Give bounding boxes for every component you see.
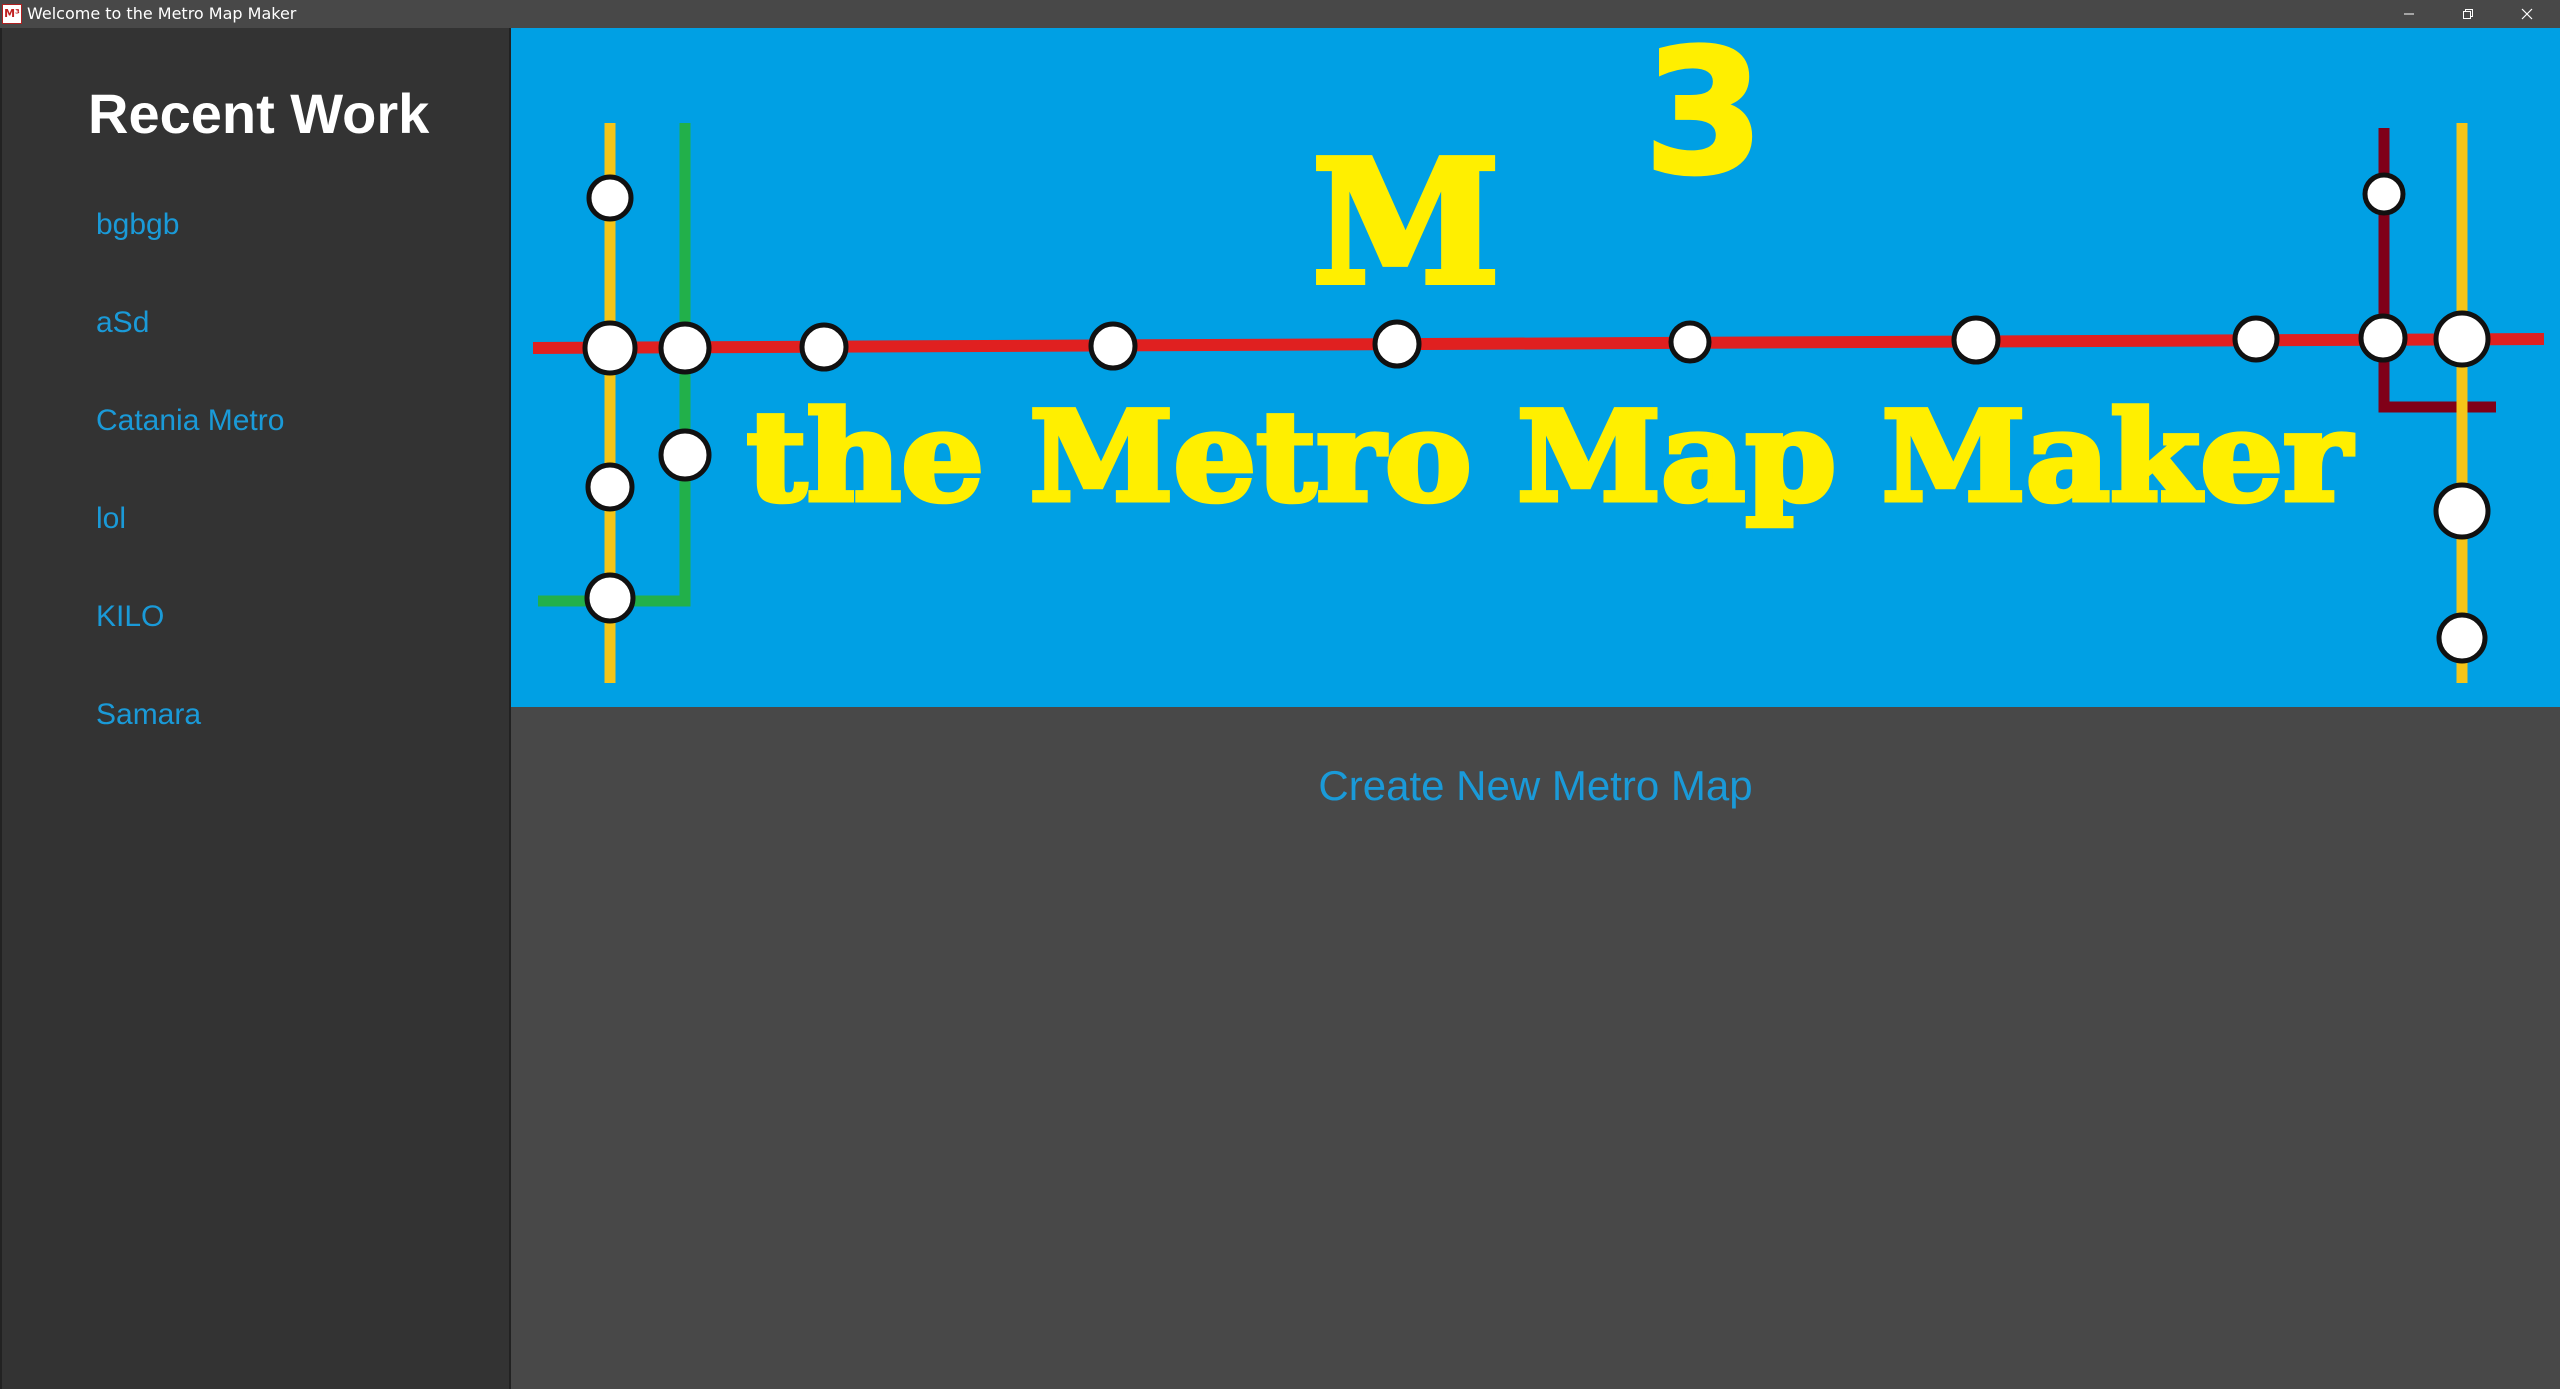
recent-item-lol[interactable]: lol xyxy=(96,502,284,600)
recent-work-sidebar: Recent Work bgbgb aSd Catania Metro lol … xyxy=(0,28,511,1389)
title-bar: M³ Welcome to the Metro Map Maker xyxy=(0,0,2560,28)
minimize-icon xyxy=(2404,13,2414,15)
maroon-line xyxy=(2378,128,2496,413)
recent-item-kilo[interactable]: KILO xyxy=(96,600,284,698)
window-title: Welcome to the Metro Map Maker xyxy=(27,4,297,23)
close-icon xyxy=(2521,8,2533,20)
logo-superscript: 3 xyxy=(1644,28,1764,213)
logo-letter: M xyxy=(1312,123,1500,323)
recent-item-bgbgb[interactable]: bgbgb xyxy=(96,208,284,306)
create-new-map-button[interactable]: Create New Metro Map xyxy=(511,762,2560,810)
metro-logo-illustration: M 3 the Metro Map Maker xyxy=(532,28,2545,683)
app-logo-icon: M³ xyxy=(2,4,22,24)
minimize-button[interactable] xyxy=(2380,0,2438,28)
logo-tagline: the Metro Map Maker xyxy=(747,385,2354,530)
recent-item-asd[interactable]: aSd xyxy=(96,306,284,404)
metro-map-maker-banner: M 3 the Metro Map Maker xyxy=(511,28,2560,707)
close-button[interactable] xyxy=(2498,0,2556,28)
restore-button[interactable] xyxy=(2439,0,2497,28)
recent-work-heading: Recent Work xyxy=(88,82,430,145)
restore-icon xyxy=(2463,9,2473,19)
recent-item-samara[interactable]: Samara xyxy=(96,698,284,796)
recent-item-catania-metro[interactable]: Catania Metro xyxy=(96,404,284,502)
recent-work-list: bgbgb aSd Catania Metro lol KILO Samara xyxy=(96,208,284,796)
